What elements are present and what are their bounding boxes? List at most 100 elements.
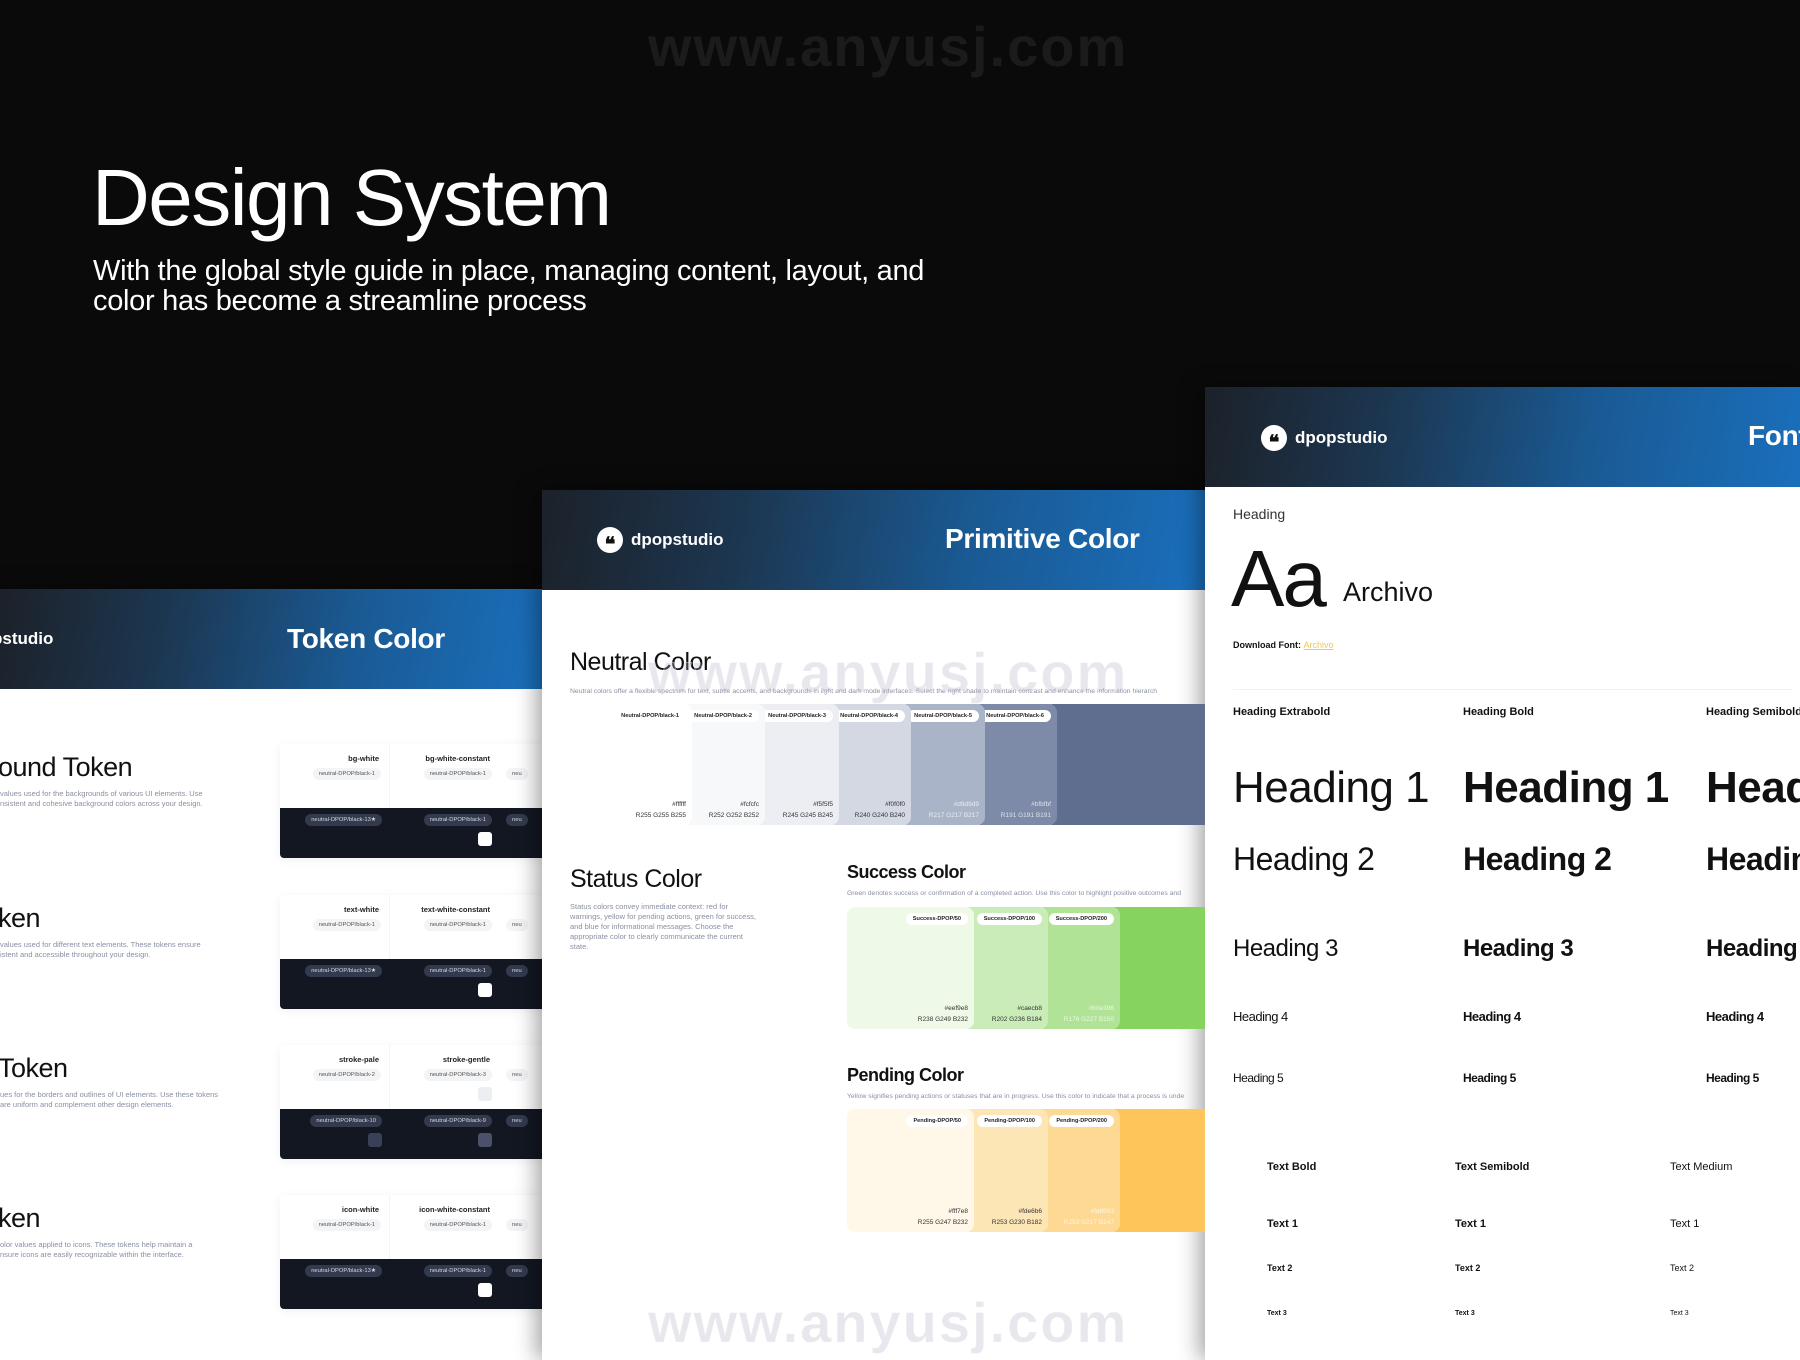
- heading-sample: Heading 3: [1706, 935, 1800, 962]
- color-swatch: Pending-DPOP/200 #fdd993 R253 G217 B147: [1036, 1109, 1120, 1232]
- swatch-label: Success-DPOP/50: [905, 913, 968, 925]
- color-swatch: Success-DPOP/200 #b0e396 R176 G227 B150: [1036, 907, 1120, 1029]
- card-dark-row: neutral-DPOP/black-10 neutral-DPOP/black-…: [280, 1109, 542, 1159]
- swatch-rgb: R191 G191 B191: [1000, 812, 1051, 819]
- text-sample: Text 2: [1670, 1263, 1695, 1273]
- section-title: ound Token: [0, 752, 133, 782]
- panel-header: ❝ dpopstudio Primitive Color: [542, 490, 1205, 590]
- token-value-dark: neutral-DPOP/black-13★: [305, 965, 382, 977]
- token-value-dark: neutral-DPOP/black-1: [423, 814, 492, 826]
- token-column: neutral-DPOP/black-10: [280, 1109, 390, 1159]
- token-value-light: neu: [506, 768, 528, 780]
- color-swatch: [368, 1133, 382, 1147]
- card-dark-row: neutral-DPOP/black-13★ neutral-DPOP/black…: [280, 1259, 542, 1309]
- token-value-light: neu: [506, 1069, 528, 1081]
- section-desc: nsure icons are easily recognizable with…: [0, 1250, 184, 1259]
- token-value-light: neutral-DPOP/black-2: [312, 1069, 381, 1081]
- divider: [1233, 689, 1793, 690]
- token-column: text-white neutral-DPOP/black-1: [280, 895, 390, 959]
- swatch-hex: #eef9e8: [944, 1005, 969, 1012]
- swatch-hex: #fdd993: [1090, 1208, 1115, 1215]
- success-swatches: Success-DPOP/50 #eef9e8 R238 G249 B232 Succ…: [847, 907, 1205, 1029]
- card-light-row: bg-white neutral-DPOP/black-1 bg-white-con…: [280, 744, 542, 808]
- heading-sample: Heading 4: [1463, 1008, 1521, 1024]
- pending-color-title: Pending Color: [847, 1065, 964, 1085]
- heading-column-label: Heading Semibold: [1706, 706, 1800, 718]
- card-light-row: stroke-pale neutral-DPOP/black-2 stroke-ge…: [280, 1045, 542, 1109]
- status-desc-line: state.: [570, 942, 589, 951]
- heading-sample: Heading 1: [1233, 763, 1430, 812]
- panel-header: pstudio Token Color: [0, 589, 542, 689]
- color-swatch: Pending-DPOP/100 #fde6b6 R253 G230 B182: [962, 1109, 1048, 1232]
- swatch-label: Success-DPOP/100: [976, 913, 1042, 925]
- token-value-light: neutral-DPOP/black-1: [312, 919, 381, 931]
- swatch-rgb: R252 G252 B252: [708, 812, 759, 819]
- swatch-hex: #bfbfbf: [1031, 801, 1051, 808]
- text-sample: Text 1: [1670, 1218, 1700, 1230]
- token-value-dark: neu: [506, 1115, 528, 1127]
- color-swatch: Ne: [1045, 704, 1205, 825]
- download-label: Download Font:: [1233, 640, 1301, 650]
- heading-sample: Heading 3: [1463, 935, 1574, 962]
- color-swatch: [478, 832, 492, 846]
- status-desc-line: appropriate color to clearly communicate…: [570, 932, 743, 941]
- download-font: Download Font: Archivo: [1233, 640, 1334, 650]
- color-swatch: [478, 1087, 492, 1101]
- font-name: Archivo: [1343, 577, 1434, 607]
- token-value-dark: neutral-DPOP/black-1: [423, 965, 492, 977]
- swatch-rgb: R202 G236 B184: [991, 1016, 1042, 1023]
- card-light-row: text-white neutral-DPOP/black-1 text-white…: [280, 895, 542, 959]
- text-sample: Text 3: [1267, 1310, 1287, 1317]
- color-swatch: [478, 983, 492, 997]
- swatch-label: Pending-DPOP/50: [906, 1115, 968, 1127]
- text-sample: Text 2: [1455, 1263, 1481, 1273]
- swatch-label: Neutral-DPOP/black-3: [761, 710, 833, 722]
- color-swatch: Neutral-DPOP/black-5 #d9d9d9 R217 G217 B21…: [899, 704, 985, 825]
- text-column-label: Text Medium: [1670, 1161, 1733, 1173]
- section-desc: are uniform and complement other design …: [0, 1100, 174, 1109]
- brand-name: dpopstudio: [631, 530, 724, 549]
- token-value-dark: neutral-DPOP/black-9: [423, 1115, 492, 1127]
- token-name: icon-white: [341, 1205, 379, 1214]
- pending-swatches: Pending-DPOP/50 #fff7e8 R255 G247 B232 Pend…: [847, 1109, 1205, 1232]
- swatch-hex: #f0f0f0: [885, 801, 905, 808]
- swatch-label: Neutral-DPOP/black-4: [833, 710, 905, 722]
- swatch-rgb: R240 G240 B240: [854, 812, 905, 819]
- section-title: ken: [0, 1203, 41, 1233]
- swatch-label: Neutral-DPOP/black-1: [621, 713, 679, 719]
- token-card: text-white neutral-DPOP/black-1 text-white…: [280, 895, 542, 1009]
- swatch-hex: #f5f5f5: [813, 801, 833, 808]
- status-color-title: Status Color: [570, 865, 702, 893]
- section-desc: istent and accessible throughout your de…: [0, 950, 151, 959]
- text-column-label: Text Semibold: [1455, 1161, 1530, 1173]
- token-column: neutral-DPOP/black-13★: [280, 808, 390, 858]
- pending-color-desc: Yellow signifies pending actions or stat…: [847, 1093, 1185, 1100]
- section-title: ken: [0, 903, 41, 933]
- swatch-rgb: R176 G227 B150: [1063, 1016, 1114, 1023]
- heading-sample: Heading 5: [1706, 1071, 1759, 1085]
- token-column: neutral-DPOP/black-13★: [280, 959, 390, 1009]
- swatch-label: Neutral-DPOP/black-5: [907, 710, 979, 722]
- color-swatch: Neutral-DPOP/black-2 #fcfcfc R252 G252 B25…: [680, 704, 765, 825]
- card-dark-row: neutral-DPOP/black-13★ neutral-DPOP/black…: [280, 808, 542, 858]
- heading-column-label: Heading Extrabold: [1233, 706, 1331, 718]
- panel-title: Primitive Color: [945, 523, 1140, 554]
- swatch-hex: #d9d9d9: [953, 801, 979, 808]
- swatch-rgb: R253 G230 B182: [991, 1219, 1042, 1226]
- card-light-row: icon-white neutral-DPOP/black-1 icon-white…: [280, 1195, 542, 1259]
- section-desc: nsistent and cohesive background colors …: [0, 799, 203, 808]
- watermark: www.anyusj.com: [648, 15, 1129, 78]
- page-subtitle: With the global style guide in place, ma…: [93, 255, 925, 317]
- swatch-label: Pending-DPOP/200: [1049, 1115, 1114, 1127]
- token-name: bg-white-constant: [425, 754, 490, 763]
- token-value-light: neutral-DPOP/black-1: [423, 1219, 492, 1231]
- swatch-hex: #fff7e8: [948, 1208, 968, 1215]
- token-color-panel: pstudio Token Color ound Tokenvalues use…: [0, 589, 542, 1360]
- token-value-dark: neu: [506, 965, 528, 977]
- swatch-rgb: R238 G249 B232: [917, 1016, 968, 1023]
- color-swatch: Success-DPOP/100 #caecb8 R202 G236 B184: [962, 907, 1048, 1029]
- download-font-link[interactable]: Archivo: [1304, 640, 1334, 650]
- color-swatch: Neutral-DPOP/black-4 #f0f0f0 R240 G240 B24…: [827, 704, 911, 825]
- heading-sample: Heading 4: [1706, 1008, 1764, 1024]
- watermark: www.anyusj.com: [647, 641, 1129, 705]
